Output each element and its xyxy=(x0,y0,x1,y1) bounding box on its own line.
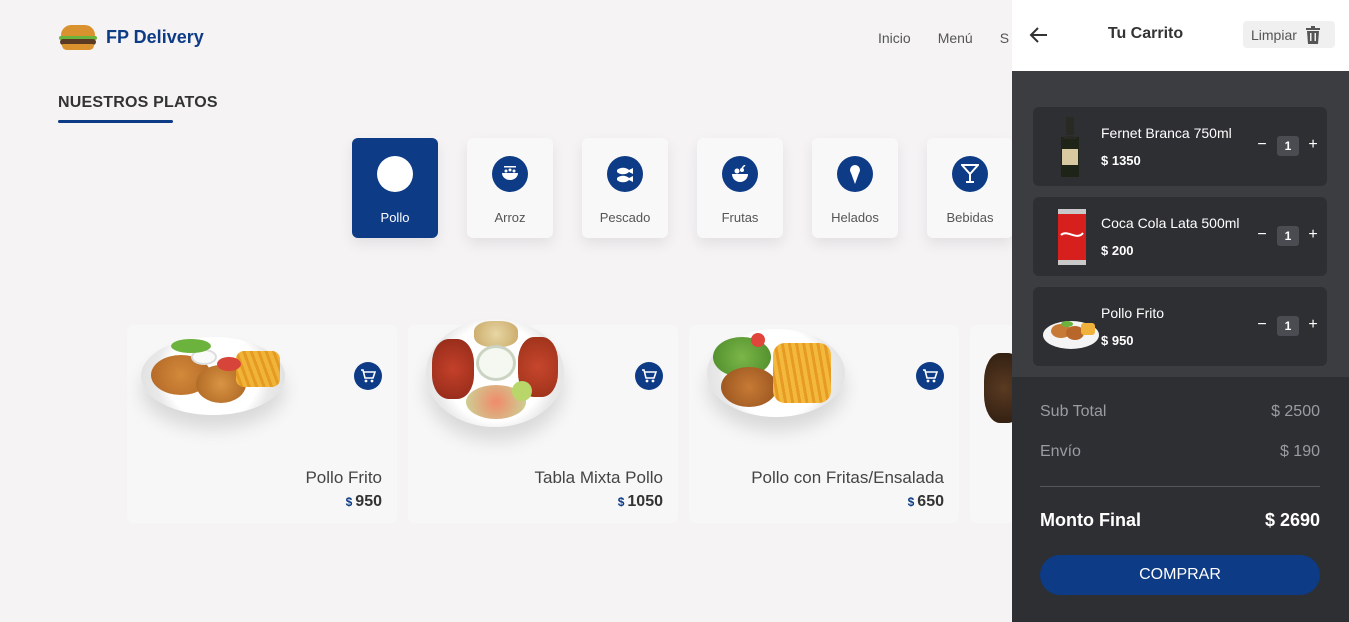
add-to-cart-button[interactable] xyxy=(635,362,663,390)
shipping-row: Envío $ 190 xyxy=(1040,443,1320,461)
top-nav: Inicio Menú S xyxy=(878,30,1009,46)
subtotal-label: Sub Total xyxy=(1040,403,1107,420)
trash-icon xyxy=(1305,25,1320,44)
section-title: NUESTROS PLATOS xyxy=(58,94,218,111)
cocktail-icon xyxy=(952,156,988,192)
category-pollo[interactable]: Pollo xyxy=(352,138,438,238)
decrease-qty-button[interactable]: − xyxy=(1256,226,1268,244)
dish-name: Pollo Frito xyxy=(305,468,382,487)
cart-items: Fernet Branca 750ml $ 1350 − 1 + Coca Co… xyxy=(1012,71,1349,377)
quantity-value: 1 xyxy=(1277,316,1299,336)
cart-icon xyxy=(642,369,657,383)
dish-card[interactable]: Pollo con Fritas/Ensalada $650 xyxy=(689,325,959,523)
dish-name: Tabla Mixta Pollo xyxy=(534,468,663,487)
dish-card[interactable]: Tabla Mixta Pollo $1050 xyxy=(408,319,678,523)
increase-qty-button[interactable]: + xyxy=(1307,316,1319,334)
nav-item-partial[interactable]: S xyxy=(1000,30,1009,46)
shipping-label: Envío xyxy=(1040,443,1081,460)
shipping-value: $ 190 xyxy=(1279,443,1320,460)
category-frutas[interactable]: Frutas xyxy=(697,138,783,238)
chicken-icon xyxy=(377,156,413,192)
can-image xyxy=(1041,205,1101,269)
cart-icon xyxy=(361,369,376,383)
dish-card[interactable]: Pollo Frito $950 xyxy=(127,325,397,523)
cart-item-name: Fernet Branca 750ml xyxy=(1101,125,1232,141)
category-list: Pollo Arroz Pescado Frutas Helados Bebid… xyxy=(352,138,1013,238)
category-label: Arroz xyxy=(494,210,526,225)
dish-name: Pollo con Fritas/Ensalada xyxy=(751,468,944,487)
subtotal-row: Sub Total $ 2500 xyxy=(1040,403,1320,421)
buy-button[interactable]: COMPRAR xyxy=(1040,555,1320,595)
clear-cart-button[interactable]: Limpiar xyxy=(1243,21,1335,48)
dish-image xyxy=(141,337,285,415)
decrease-qty-button[interactable]: − xyxy=(1256,316,1268,334)
clear-label: Limpiar xyxy=(1251,26,1297,43)
add-to-cart-button[interactable] xyxy=(916,362,944,390)
rice-bowl-icon xyxy=(492,156,528,192)
cart-item-price: $ 1350 xyxy=(1101,153,1141,168)
category-arroz[interactable]: Arroz xyxy=(467,138,553,238)
dish-price: $1050 xyxy=(617,493,663,510)
cart-item: Coca Cola Lata 500ml $ 200 − 1 + xyxy=(1033,197,1327,276)
cart-item: Pollo Frito $ 950 − 1 + xyxy=(1033,287,1327,366)
dish-price: $650 xyxy=(907,493,944,510)
category-label: Bebidas xyxy=(946,210,994,225)
decrease-qty-button[interactable]: − xyxy=(1256,136,1268,154)
category-helados[interactable]: Helados xyxy=(812,138,898,238)
total-row: Monto Final $ 2690 xyxy=(1040,510,1320,531)
bottle-image xyxy=(1041,115,1101,179)
quantity-value: 1 xyxy=(1277,226,1299,246)
nav-item-menu[interactable]: Menú xyxy=(938,30,973,46)
section-underline xyxy=(58,120,173,123)
fish-icon xyxy=(607,156,643,192)
summary-divider xyxy=(1040,486,1320,487)
add-to-cart-button[interactable] xyxy=(354,362,382,390)
category-label: Frutas xyxy=(721,210,759,225)
cart-item-price: $ 950 xyxy=(1101,333,1134,348)
cart-item-name: Coca Cola Lata 500ml xyxy=(1101,215,1240,231)
dish-image xyxy=(707,329,845,417)
category-label: Helados xyxy=(831,210,879,225)
ice-cream-icon xyxy=(837,156,873,192)
dish-thumbnail xyxy=(1041,295,1101,359)
increase-qty-button[interactable]: + xyxy=(1307,136,1319,154)
dish-image xyxy=(426,319,564,427)
cart-icon xyxy=(923,369,938,383)
total-value: $ 2690 xyxy=(1264,510,1320,530)
category-bebidas[interactable]: Bebidas xyxy=(927,138,1013,238)
dish-price: $950 xyxy=(345,493,382,510)
category-pescado[interactable]: Pescado xyxy=(582,138,668,238)
quantity-value: 1 xyxy=(1277,136,1299,156)
total-label: Monto Final xyxy=(1040,510,1141,530)
burger-icon xyxy=(58,22,98,52)
cart-panel: Tu Carrito Limpiar Fernet Branca 750ml $… xyxy=(1012,0,1349,622)
nav-item-inicio[interactable]: Inicio xyxy=(878,30,911,46)
category-label: Pollo xyxy=(380,210,410,225)
brand-name: FP Delivery xyxy=(106,26,204,47)
increase-qty-button[interactable]: + xyxy=(1307,226,1319,244)
category-label: Pescado xyxy=(599,210,651,225)
fruit-bowl-icon xyxy=(722,156,758,192)
brand-logo[interactable]: FP Delivery xyxy=(58,22,204,52)
subtotal-value: $ 2500 xyxy=(1271,403,1320,420)
cart-item: Fernet Branca 750ml $ 1350 − 1 + xyxy=(1033,107,1327,186)
cart-title: Tu Carrito xyxy=(1107,25,1184,42)
cart-item-price: $ 200 xyxy=(1101,243,1134,258)
cart-item-name: Pollo Frito xyxy=(1101,305,1165,321)
cart-header: Tu Carrito Limpiar xyxy=(1012,0,1349,71)
